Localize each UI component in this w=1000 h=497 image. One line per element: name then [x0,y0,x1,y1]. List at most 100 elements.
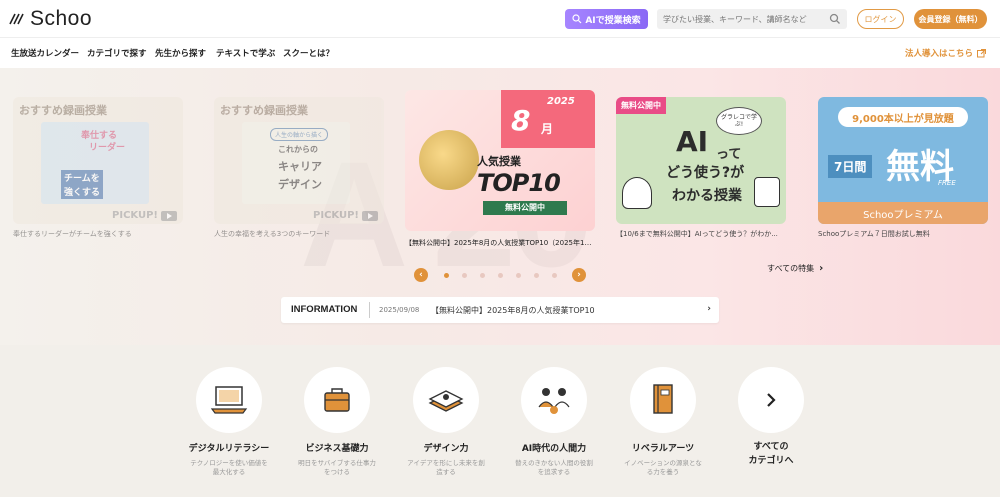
card-tag: おすすめ録画授業 [220,104,308,117]
category-desc-line: イノベーションの源泉とな [624,459,702,467]
card-thumbnail: 9,000本以上が見放題 7日間 無料 FREE Schooプレミアム [818,97,988,224]
card-thumbnail: 2025 8 月 人気授業 TOP10 無料公開中 [405,90,595,231]
category-all[interactable]: すべての カテゴリへ [716,367,826,468]
category-label: リベラルアーツ [631,444,695,454]
chevron-right-icon [767,393,776,407]
card-inner-art: 奉仕する リーダー チームを 強くする [41,122,149,204]
nav-category-search[interactable]: カテゴリで探す [87,47,147,59]
logo-text: Schoo [30,7,93,30]
category-label: デジタルリテラシー [188,444,270,454]
info-date: 2025/09/08 [379,306,420,314]
nav-live-calendar[interactable]: 生放送カレンダー [11,47,79,59]
header: Schoo AIで授業検索 ログイン 会員登録（無料） [0,0,1000,38]
premium-free-en: FREE [938,179,956,187]
category-desc-line: る力を養う [646,468,680,477]
carousel-dot-1[interactable] [444,273,449,278]
category-icon-circle [304,367,370,433]
carousel-prev-button[interactable]: ‹ [414,268,428,282]
register-button[interactable]: 会員登録（無料） [914,9,987,29]
carousel-dot-3[interactable] [480,273,485,278]
corporate-link[interactable]: 法人導入はこちら [905,47,986,59]
ai-search-button[interactable]: AIで授業検索 [565,9,648,29]
main-nav: 生放送カレンダー カテゴリで探す 先生から探す テキストで学ぶ スクーとは？ 法… [0,39,1000,67]
carousel-dot-6[interactable] [534,273,539,278]
category-ai-era-humanity[interactable]: AI時代の人間力 替えのきかない人間の役割 を追求する [499,367,609,477]
external-link-icon [977,48,986,57]
search-input[interactable] [663,11,823,27]
carousel-card-servant-leader[interactable]: おすすめ録画授業 奉仕する リーダー チームを 強くする PICKUP! 奉仕す… [13,97,183,239]
free-badge: 無料公開中 [616,97,666,114]
card-caption: 【10/6まで無料公開中】AIってどう使う？がわか... [616,230,778,238]
inner-line: チームを [61,170,103,185]
cat-illustration-icon [622,177,652,209]
nav-text-learning[interactable]: テキストで学ぶ [216,47,275,59]
category-business-basics[interactable]: ビジネス基礎力 明日をサバイブする仕事力 をつける [282,367,392,477]
carousel-card-ai-usage[interactable]: 無料公開中 グラレコで学ぶ! AI って どう使う?が わかる授業 【10/6ま… [616,97,786,239]
top10-subtitle: 人気授業 [477,155,521,168]
information-bar[interactable]: INFORMATION 2025/09/08 【無料公開中】2025年8月の人気… [281,297,719,323]
inner-line: 強くする [61,184,104,199]
year-text: 2025 [547,96,575,107]
schoo-logo[interactable]: Schoo [8,7,92,31]
play-icon [161,210,177,221]
card-thumbnail: おすすめ録画授業 人生の軸から描く これからの キャリア デザイン PICKUP… [214,97,384,224]
book-icon [653,384,673,414]
logo-mark-icon [9,13,24,25]
category-desc: イノベーションの源泉とな る力を養う [608,459,718,477]
month-number: 8 [511,104,531,137]
card-tag: おすすめ録画授業 [19,104,107,117]
info-divider [369,302,370,318]
carousel-card-career-design[interactable]: おすすめ録画授業 人生の軸から描く これからの キャリア デザイン PICKUP… [214,97,384,239]
premium-headline: 9,000本以上が見放題 [838,107,968,127]
nav-teacher-search[interactable]: 先生から探す [155,47,206,59]
carousel-dot-5[interactable] [516,273,521,278]
all-features-link[interactable]: すべての特集 › [767,263,823,274]
category-desc-line: を追求する [537,468,571,477]
carousel-next-button[interactable]: › [572,268,586,282]
category-label-line: すべての [753,442,789,452]
category-desc-line: 造する [436,468,456,477]
card-caption: Schooプレミアム７日間お試し無料 [818,230,930,238]
ai-search-label: AIで授業検索 [585,15,641,26]
category-label: すべての カテゴリへ [716,441,826,468]
carousel-dot-4[interactable] [498,273,503,278]
pickup-text: PICKUP! [112,210,158,221]
category-label: デザイン力 [423,444,469,454]
robot-illustration-icon [754,177,780,207]
category-liberal-arts[interactable]: リベラルアーツ イノベーションの源泉とな る力を養う [608,367,718,477]
card-thumbnail: おすすめ録画授業 奉仕する リーダー チームを 強くする PICKUP! [13,97,183,224]
nav-about-schoo[interactable]: スクーとは？ [283,47,334,59]
category-label: AI時代の人間力 [521,444,587,454]
category-icon-circle [521,367,587,433]
carousel-dot-2[interactable] [462,273,467,278]
ai-line: って [716,147,742,162]
category-desc-line: 明日をサバイブする仕事力 [298,459,376,467]
speech-bubble: グラレコで学ぶ! [716,107,762,135]
category-icon-circle [413,367,479,433]
category-desc-line: 最大化する [212,468,246,477]
play-icon [362,210,378,221]
category-section: デジタルリテラシー テクノロジーを使い価値を 最大化する ビジネス基礎力 明日をサ… [0,345,1000,497]
category-icon-circle [196,367,262,433]
carousel-card-premium-trial[interactable]: 9,000本以上が見放題 7日間 無料 FREE Schooプレミアム Scho… [818,97,988,239]
category-digital-literacy[interactable]: デジタルリテラシー テクノロジーを使い価値を 最大化する [174,367,284,477]
category-desc: 替えのきかない人間の役割 を追求する [499,459,609,477]
search-icon[interactable] [829,13,841,25]
category-design[interactable]: デザイン力 アイデアを形にし未来を創 造する [391,367,501,477]
category-icon-circle [630,367,696,433]
laptop-icon [210,386,248,414]
inner-line: デザイン [278,178,322,191]
carousel-dot-7[interactable] [552,273,557,278]
trophy-icon [419,130,479,190]
category-desc-line: テクノロジーを使い価値を [190,459,268,467]
premium-bar: Schooプレミアム [818,202,988,224]
carousel-card-top10[interactable]: 2025 8 月 人気授業 TOP10 無料公開中 【無料公開中】2025年8月… [405,90,595,248]
chevron-right-icon: › [707,304,711,314]
info-label: INFORMATION [291,304,358,315]
category-desc-line: アイデアを形にし未来を創 [407,459,485,467]
login-button[interactable]: ログイン [857,9,904,29]
card-caption: 奉仕するリーダーがチームを強くする [13,230,132,238]
hero-carousel: A 20 おすすめ録画授業 奉仕する リーダー チームを 強くする PICKUP… [0,68,1000,345]
month-badge: 2025 8 月 [501,90,595,148]
inner-line: 人生の軸から描く [270,128,329,141]
